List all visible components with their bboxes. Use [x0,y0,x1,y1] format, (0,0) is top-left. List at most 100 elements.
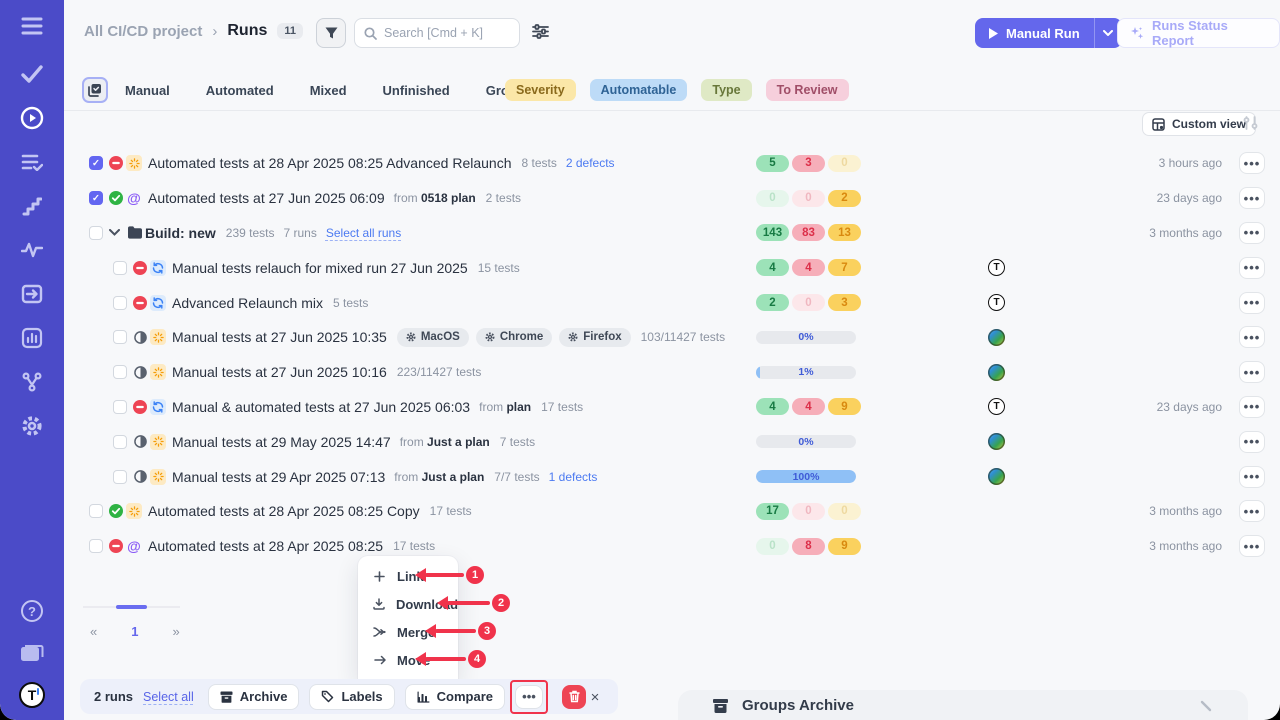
sidebar-item-activity[interactable] [0,228,64,272]
sidebar-item-runs[interactable] [0,96,64,140]
sidebar-item-settings[interactable] [0,404,64,448]
groups-archive-panel[interactable]: Groups Archive [678,690,1248,720]
menu-item-link[interactable]: Link [358,562,458,590]
run-title[interactable]: Manual tests at 29 Apr 2025 07:13 [172,469,385,485]
view-settings-icon[interactable] [1243,116,1258,130]
breadcrumb: All CI/CD project › Runs 11 [84,22,303,40]
status-progress-icon [133,470,147,483]
runs-status-report-button[interactable]: Runs Status Report [1117,18,1280,48]
run-meta: 7 tests [500,435,535,449]
search-input[interactable] [384,26,502,40]
assignee-avatar [988,364,1005,381]
row-more-button[interactable]: ••• [1239,326,1265,348]
pagination-current[interactable]: 1 [125,620,144,643]
pagination-next[interactable]: » [166,620,185,643]
run-title[interactable]: Build: new [145,225,216,241]
row-more-button[interactable]: ••• [1239,222,1265,244]
delete-button[interactable] [562,685,586,709]
row-checkbox[interactable] [113,330,127,344]
row-checkbox[interactable] [113,296,127,310]
meta-link[interactable]: 2 defects [566,156,615,170]
row-checkbox[interactable] [113,435,127,449]
tab-mixed[interactable]: Mixed [310,83,347,98]
search-settings-icon[interactable] [532,24,549,39]
archive-button[interactable]: Archive [208,684,300,710]
menu-icon[interactable] [0,0,64,52]
row-more-button[interactable]: ••• [1239,257,1265,279]
filter-tabs: ManualAutomatedMixedUnfinishedGroups [125,76,532,104]
close-icon[interactable]: × [585,687,605,707]
run-title[interactable]: Manual tests relauch for mixed run 27 Ju… [172,260,468,276]
meta-text: 17 tests [541,400,583,414]
run-title[interactable]: Automated tests at 28 Apr 2025 08:25 Cop… [148,503,420,519]
tab-manual[interactable]: Manual [125,83,170,98]
row-more-button[interactable]: ••• [1239,292,1265,314]
pill-severity[interactable]: Severity [505,79,576,101]
sidebar-item-traceability[interactable] [0,360,64,404]
help-icon[interactable]: ? [21,600,43,622]
more-actions-button[interactable]: ••• [515,685,543,709]
play-icon [989,28,998,39]
custom-view-button[interactable]: Custom view [1142,112,1256,136]
select-all-link[interactable]: Select all [143,690,194,704]
row-checkbox[interactable] [113,400,127,414]
search-box[interactable] [354,18,520,48]
sidebar-item-inbox[interactable] [0,272,64,316]
labels-button[interactable]: Labels [309,684,394,710]
run-title[interactable]: Manual & automated tests at 27 Jun 2025 … [172,399,470,415]
result-badge: 9 [828,538,861,555]
meta-link[interactable]: 1 defects [549,470,598,484]
filter-button[interactable] [316,18,346,48]
row-checkbox[interactable] [89,226,103,240]
menu-item-move[interactable]: Move [358,646,458,674]
run-title[interactable]: Manual tests at 27 Jun 2025 10:16 [172,364,387,380]
sidebar-item-analytics[interactable] [0,316,64,360]
scroll-thumb[interactable] [116,605,147,609]
run-title[interactable]: Advanced Relaunch mix [172,295,323,311]
chevron-down-icon[interactable] [109,229,121,236]
sidebar-item-milestones[interactable] [0,184,64,228]
progress-bar: 1% [756,366,856,379]
progress-label: 100% [756,470,856,483]
run-title[interactable]: Automated tests at 27 Jun 2025 06:09 [148,190,385,206]
run-title[interactable]: Automated tests at 28 Apr 2025 08:25 [148,538,383,554]
row-checkbox[interactable]: ✓ [89,191,103,205]
row-more-button[interactable]: ••• [1239,500,1265,522]
tab-automated[interactable]: Automated [206,83,274,98]
row-checkbox[interactable] [113,365,127,379]
row-checkbox[interactable] [113,470,127,484]
row-more-button[interactable]: ••• [1239,535,1265,557]
menu-item-merge[interactable]: Merge [358,618,458,646]
row-more-button[interactable]: ••• [1239,466,1265,488]
sidebar-item-shared-steps[interactable] [0,140,64,184]
run-title[interactable]: Manual tests at 27 Jun 2025 10:35 [172,329,387,345]
pill-type[interactable]: Type [701,79,751,101]
run-title[interactable]: Manual tests at 29 May 2025 14:47 [172,434,391,450]
menu-item-download[interactable]: Download [358,590,458,618]
row-more-button[interactable]: ••• [1239,152,1265,174]
row-more-button[interactable]: ••• [1239,431,1265,453]
progress-label: 0% [756,435,856,448]
compare-button[interactable]: Compare [405,684,505,710]
breadcrumb-project[interactable]: All CI/CD project [84,23,202,40]
row-more-button[interactable]: ••• [1239,187,1265,209]
row-checkbox[interactable] [113,261,127,275]
gear-icon [406,332,416,342]
sidebar-item-test-cases[interactable] [0,52,64,96]
run-title[interactable]: Automated tests at 28 Apr 2025 08:25 Adv… [148,155,511,171]
projects-icon[interactable] [20,642,44,662]
row-checkbox[interactable]: ✓ [89,156,103,170]
row-more-button[interactable]: ••• [1239,396,1265,418]
row-checkbox[interactable] [89,539,103,553]
result-badge: 0 [828,503,861,520]
pill-to-review[interactable]: To Review [766,79,849,101]
pagination-prev[interactable]: « [84,620,103,643]
user-avatar[interactable]: T [19,682,45,708]
row-more-button[interactable]: ••• [1239,361,1265,383]
meta-link[interactable]: Select all runs [326,226,401,240]
manual-run-button[interactable]: Manual Run [975,18,1122,48]
pill-automatable[interactable]: Automatable [590,79,688,101]
select-all-button[interactable] [82,77,108,103]
tab-unfinished[interactable]: Unfinished [383,83,450,98]
row-checkbox[interactable] [89,504,103,518]
